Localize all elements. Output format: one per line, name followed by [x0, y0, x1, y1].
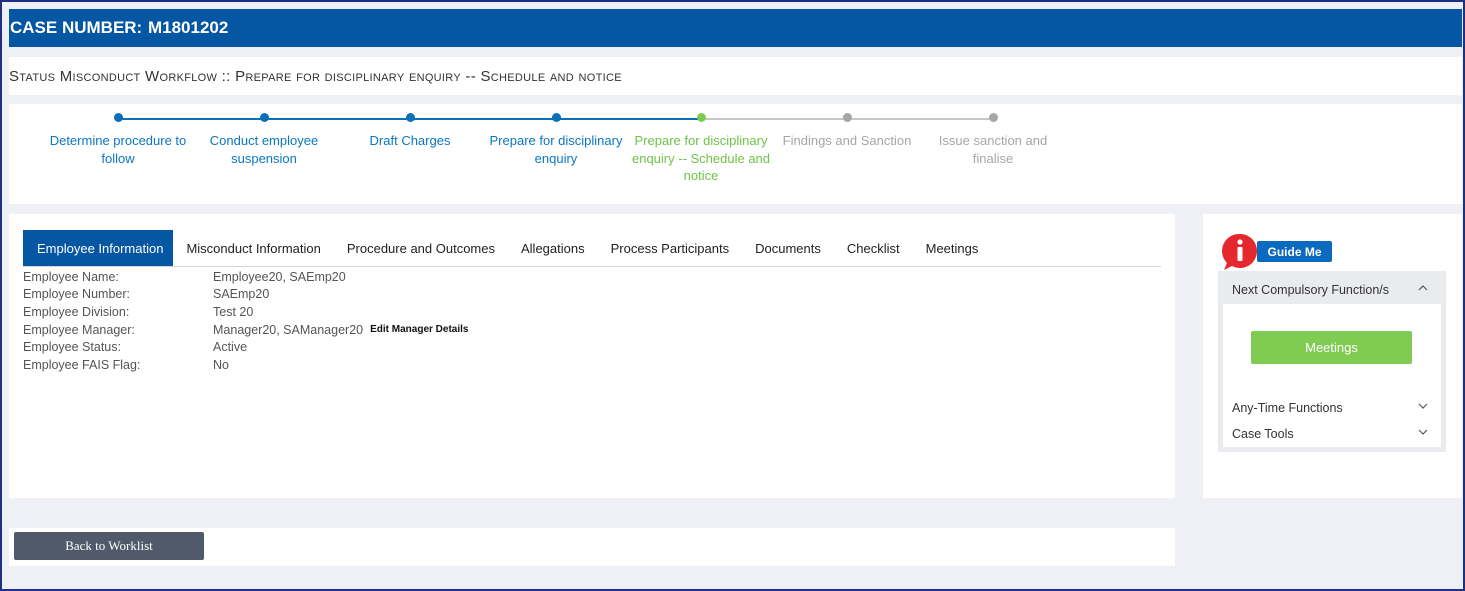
info-key: Employee Status:	[23, 340, 121, 355]
step-dot	[406, 113, 415, 122]
employee-info-table: Employee Name: Employee20, SAEmp20 Emplo…	[23, 268, 468, 374]
main-panel: Employee Information Misconduct Informat…	[9, 214, 1175, 498]
step-dot	[843, 113, 852, 122]
step-label: Prepare for disciplinary enquiry -- Sche…	[631, 133, 771, 183]
case-tools-toggle[interactable]: Case Tools	[1232, 427, 1432, 447]
step-dot	[552, 113, 561, 122]
bottom-bar: Back to Worklist	[9, 528, 1175, 566]
functions-box: Next Compulsory Function/s Meetings Any-…	[1218, 271, 1446, 452]
chevron-down-icon	[1418, 403, 1428, 409]
status-bar: Status Misconduct Workflow :: Prepare fo…	[9, 57, 1462, 95]
info-value: Active	[213, 340, 248, 355]
step-dot	[260, 113, 269, 122]
case-number: M1801202	[147, 18, 229, 37]
info-key: Employee Number:	[23, 287, 130, 302]
guide-me-button[interactable]: Guide Me	[1257, 241, 1332, 262]
step-dot	[114, 113, 123, 122]
next-compulsory-label: Next Compulsory Function/s	[1232, 283, 1390, 297]
case-number-label: CASE NUMBER:	[10, 18, 143, 37]
tab-meetings[interactable]: Meetings	[913, 230, 992, 266]
info-value: No	[213, 357, 229, 372]
step-dot	[989, 113, 998, 122]
info-row: Employee Name: Employee20, SAEmp20	[23, 268, 468, 286]
info-row: Employee Division: Test 20	[23, 303, 468, 321]
tab-bar: Employee Information Misconduct Informat…	[23, 230, 1161, 267]
back-to-worklist-button[interactable]: Back to Worklist	[14, 532, 204, 560]
workflow-steps: Determine procedure to follow Conduct em…	[9, 104, 1462, 204]
info-icon	[1222, 233, 1257, 270]
tab-procedure-and-outcomes[interactable]: Procedure and Outcomes	[334, 230, 508, 266]
meetings-button[interactable]: Meetings	[1251, 331, 1412, 364]
info-key: Employee Division:	[23, 304, 130, 319]
guide-me: Guide Me	[1220, 232, 1335, 272]
info-row: Employee FAIS Flag: No	[23, 356, 468, 374]
info-key: Employee FAIS Flag:	[23, 357, 141, 372]
tab-process-participants[interactable]: Process Participants	[598, 230, 743, 266]
chevron-down-icon	[1418, 429, 1428, 435]
info-key: Employee Name:	[23, 269, 119, 284]
edit-manager-details-link[interactable]: Edit Manager Details	[370, 324, 468, 335]
tab-allegations[interactable]: Allegations	[508, 230, 598, 266]
tab-checklist[interactable]: Checklist	[834, 230, 913, 266]
info-row: Employee Number: SAEmp20	[23, 286, 468, 304]
step-label: Conduct employee suspension	[209, 133, 319, 166]
any-time-functions-toggle[interactable]: Any-Time Functions	[1232, 401, 1432, 421]
step-label: Determine procedure to follow	[49, 133, 187, 166]
tab-documents[interactable]: Documents	[742, 230, 834, 266]
step-label: Issue sanction and finalise	[938, 133, 1048, 166]
side-panel: Guide Me Next Compulsory Function/s Meet…	[1203, 214, 1462, 498]
info-value: Test 20	[213, 304, 254, 319]
info-value: Employee20, SAEmp20	[213, 269, 346, 284]
next-compulsory-header[interactable]: Next Compulsory Function/s	[1218, 271, 1446, 304]
step-label: Draft Charges	[369, 133, 451, 148]
functions-panel: Meetings Any-Time Functions Case Tools	[1223, 304, 1441, 447]
tab-misconduct-information[interactable]: Misconduct Information	[173, 230, 333, 266]
case-header: CASE NUMBER: M1801202	[9, 9, 1462, 47]
info-row: Employee Manager: Manager20, SAManager20…	[23, 321, 468, 339]
info-row: Employee Status: Active	[23, 338, 468, 356]
workflow-status-title: Status Misconduct Workflow :: Prepare fo…	[9, 67, 622, 85]
case-tools-label: Case Tools	[1232, 427, 1294, 441]
info-value: Manager20, SAManager20	[213, 322, 364, 337]
step-label: Findings and Sanction	[782, 133, 912, 148]
tab-employee-information[interactable]: Employee Information	[23, 230, 174, 266]
chevron-up-icon	[1418, 285, 1428, 291]
info-key: Employee Manager:	[23, 322, 135, 337]
step-label: Prepare for disciplinary enquiry	[489, 133, 623, 166]
info-value: SAEmp20	[213, 287, 270, 302]
any-time-functions-label: Any-Time Functions	[1232, 401, 1343, 415]
step-dot	[697, 113, 706, 122]
